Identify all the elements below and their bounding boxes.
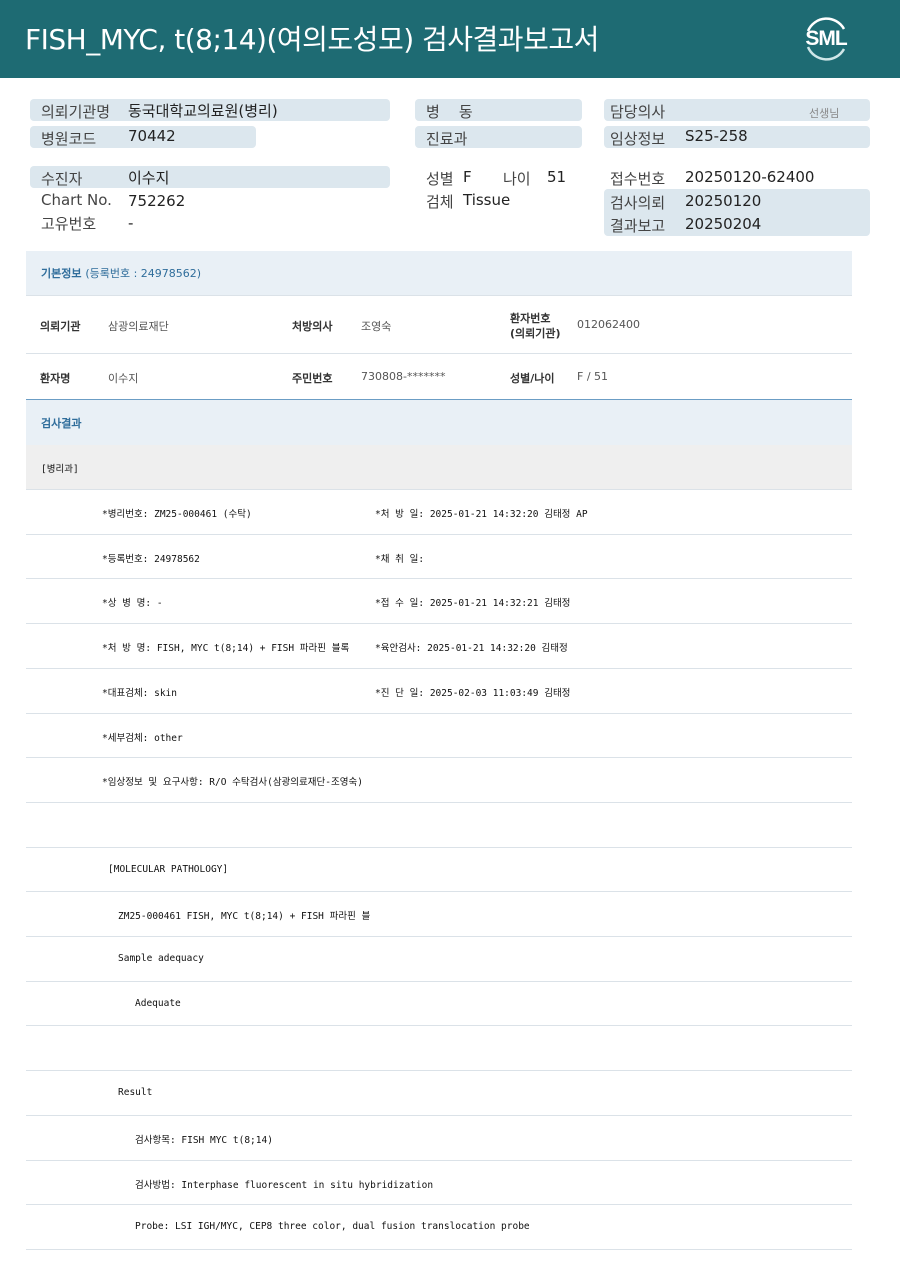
result-row-divider xyxy=(26,801,852,803)
receipt-label: 접수번호 xyxy=(610,170,666,188)
result-line-detail: *접 수 일: 2025-01-21 14:32:21 김태정 xyxy=(375,598,571,610)
prescriber-value: 조영숙 xyxy=(361,320,392,333)
patient-name-value: 이수지 xyxy=(108,372,139,385)
result-row-divider xyxy=(26,712,852,714)
patient-label: 수진자 xyxy=(41,170,83,188)
result-row-divider xyxy=(26,1070,852,1072)
result-line-detail: *처 방 일: 2025-01-21 14:32:20 김태정 AP xyxy=(375,509,588,520)
clinical-label: 임상정보 xyxy=(610,130,666,148)
result-row-divider xyxy=(26,757,852,759)
result-row-divider xyxy=(26,1025,852,1027)
chart-value: 752262 xyxy=(128,192,186,210)
basic-info-row-1: 의뢰기관 삼광의료재단 처방의사 조영숙 환자번호 (의뢰기관) 0120624… xyxy=(26,296,852,354)
specimen-value: Tissue xyxy=(463,191,511,209)
result-line-text: *임상정보 및 요구사항: R/O 수탁검사(삼광의료재단-조영숙) xyxy=(102,777,363,789)
department-label: 진료과 xyxy=(426,130,468,148)
doctor-label: 담당의사 xyxy=(610,103,666,121)
result-line-text: *상 병 명: - xyxy=(102,598,163,610)
report-label: 결과보고 xyxy=(610,217,666,235)
request-value: 20250120 xyxy=(685,192,762,210)
result-row-divider xyxy=(26,623,852,625)
result-row-divider xyxy=(26,1114,852,1116)
result-line-detail: *진 단 일: 2025-02-03 11:03:49 김태정 xyxy=(375,687,571,699)
receipt-value: 20250120-62400 xyxy=(685,168,815,186)
hospital-code-value: 70442 xyxy=(128,127,176,145)
result-row-divider xyxy=(26,533,852,535)
result-line-text: Probe: LSI IGH/MYC, CEP8 three color, du… xyxy=(135,1221,530,1233)
sex-age-label: 성별/나이 xyxy=(510,372,555,385)
result-row-divider xyxy=(26,846,852,848)
result-line-text: *대표검체: skin xyxy=(102,687,177,699)
result-line-text: 검사항목: FISH MYC t(8;14) xyxy=(135,1134,273,1146)
patient-number-value: 012062400 xyxy=(577,318,640,331)
requesting-institution-value: 삼광의료재단 xyxy=(108,320,169,333)
patient-value: 이수지 xyxy=(128,169,170,187)
logo-text: SML xyxy=(805,27,847,50)
sex-age-value: F / 51 xyxy=(577,370,609,383)
patient-pill xyxy=(30,166,390,188)
result-line-text: Sample adequacy xyxy=(118,953,204,964)
patient-number-sublabel: (의뢰기관) xyxy=(510,327,561,340)
clinical-value: S25-258 xyxy=(685,127,748,145)
institution-value: 동국대학교의료원(병리) xyxy=(128,102,278,120)
results-title: 검사결과 xyxy=(41,417,82,430)
sex-value: F xyxy=(463,168,472,186)
result-row-divider xyxy=(26,667,852,669)
results-header: 검사결과 xyxy=(26,399,852,446)
age-value: 51 xyxy=(547,168,567,186)
result-row-divider xyxy=(26,891,852,893)
result-line-text: *세부검체: other xyxy=(102,732,183,744)
result-line-text: *병리번호: ZM25-000461 (수탁) xyxy=(102,509,252,520)
unique-label: 고유번호 xyxy=(41,215,97,233)
result-line-text: Result xyxy=(118,1087,153,1099)
doctor-suffix: 선생님 xyxy=(809,107,840,120)
report-title: FISH_MYC, t(8;14)(여의도성모) 검사결과보고서 xyxy=(25,23,599,56)
basic-info-header: 기본정보 (등록번호 : 24978562) xyxy=(26,251,852,296)
resident-number-value: 730808-******* xyxy=(361,370,446,383)
sml-logo: SML xyxy=(800,13,852,65)
result-line-text: 검사방법: Interphase fluorescent in situ hyb… xyxy=(135,1179,434,1191)
result-line-detail: *육안검사: 2025-01-21 14:32:20 김태정 xyxy=(375,643,568,655)
result-line-text: *처 방 명: FISH, MYC t(8;14) + FISH 파라핀 블록 xyxy=(102,643,350,655)
patient-number-label: 환자번호 xyxy=(510,312,551,325)
department-row: [병리과] xyxy=(26,445,852,490)
age-label: 나이 xyxy=(503,170,531,188)
department-name: [병리과] xyxy=(41,464,79,475)
report-value: 20250204 xyxy=(685,215,762,233)
basic-info-row-2: 환자명 이수지 주민번호 730808-******* 성별/나이 F / 51 xyxy=(26,354,852,399)
request-label: 검사의뢰 xyxy=(610,194,666,212)
patient-name-label: 환자명 xyxy=(40,372,71,385)
specimen-label: 검체 xyxy=(426,193,454,211)
basic-info-title: 기본정보 (등록번호 : 24978562) xyxy=(41,267,202,280)
result-row-divider xyxy=(26,578,852,580)
result-row-divider xyxy=(26,1159,852,1161)
unique-value: - xyxy=(128,214,134,232)
result-line-text: Adequate xyxy=(135,997,181,1009)
result-line-text: [MOLECULAR PATHOLOGY] xyxy=(108,863,229,875)
result-row-divider xyxy=(26,980,852,982)
result-line-detail: *채 취 일: xyxy=(375,553,425,565)
result-row-divider xyxy=(26,1248,852,1250)
chart-label: Chart No. xyxy=(41,191,112,209)
result-row-divider xyxy=(26,936,852,937)
sex-label: 성별 xyxy=(426,170,454,188)
result-line-text: *등록번호: 24978562 xyxy=(102,553,200,565)
resident-number-label: 주민번호 xyxy=(292,372,333,385)
hospital-code-label: 병원코드 xyxy=(41,130,97,148)
report-header: FISH_MYC, t(8;14)(여의도성모) 검사결과보고서 SML xyxy=(0,0,900,78)
result-row-divider xyxy=(26,1204,852,1206)
prescriber-label: 처방의사 xyxy=(292,320,333,333)
ward-label: 병 동 xyxy=(426,103,473,121)
result-line-text: ZM25-000461 FISH, MYC t(8;14) + FISH 파라핀… xyxy=(118,911,371,923)
requesting-institution-label: 의뢰기관 xyxy=(40,320,81,333)
institution-label: 의뢰기관명 xyxy=(41,103,111,121)
